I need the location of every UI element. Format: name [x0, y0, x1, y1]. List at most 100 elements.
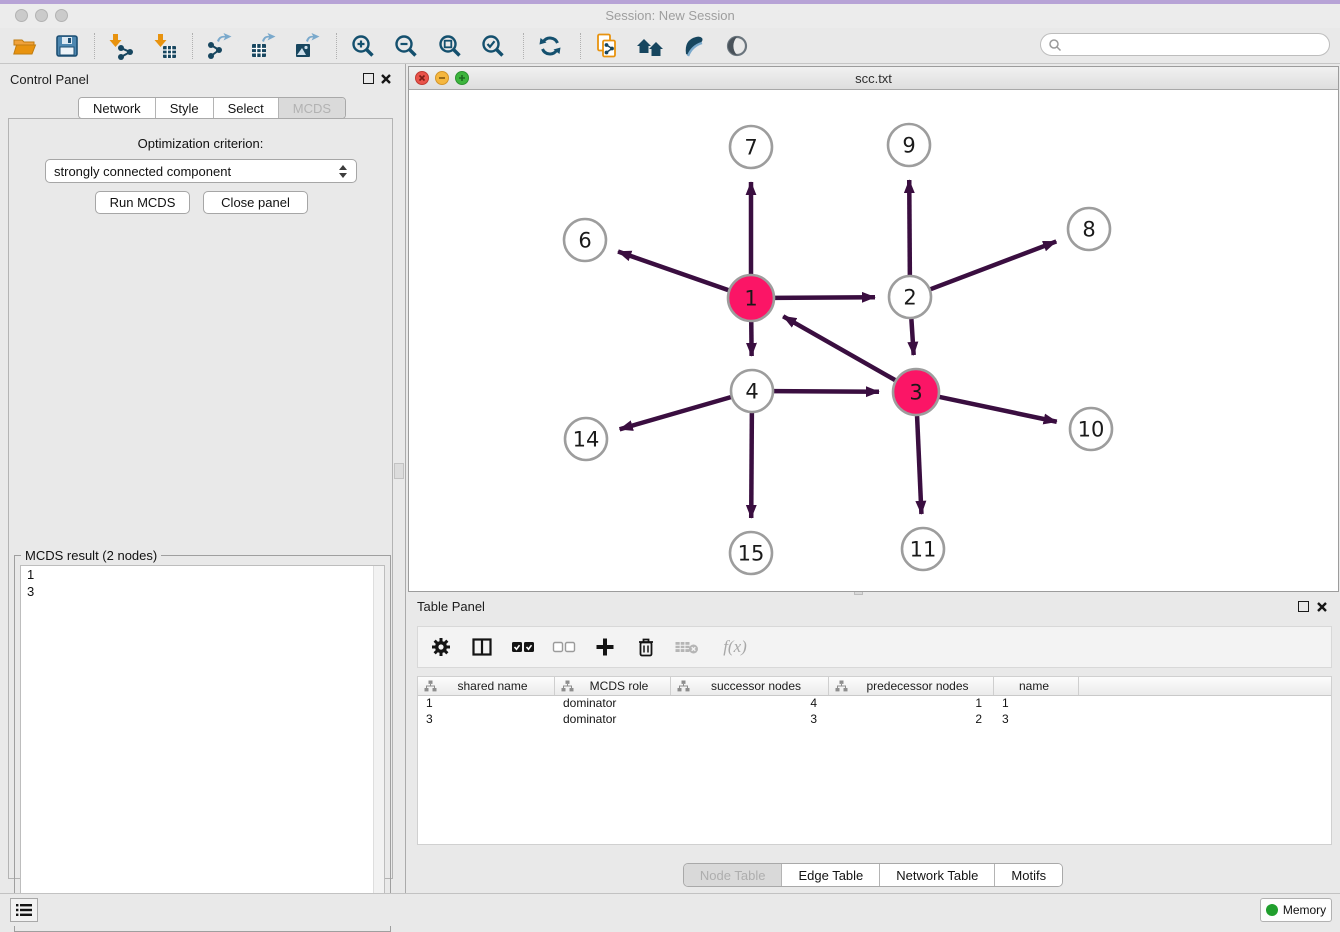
run-mcds-button[interactable]: Run MCDS	[95, 191, 190, 214]
table-cell[interactable]: dominator	[555, 712, 671, 728]
column-header-predecessor-nodes[interactable]: predecessor nodes	[829, 677, 994, 695]
graph-node-6[interactable]: 6	[564, 219, 606, 261]
table-cell[interactable]: 2	[829, 712, 994, 728]
delete-column-button[interactable]	[633, 632, 659, 662]
close-table-panel-icon[interactable]	[1316, 601, 1328, 613]
graph-edge-2-9[interactable]	[909, 180, 910, 275]
clone-network-button[interactable]	[588, 30, 626, 62]
table-cell[interactable]: 3	[671, 712, 829, 728]
optimization-criterion-select[interactable]: strongly connected component	[45, 159, 357, 183]
float-table-panel-icon[interactable]	[1298, 601, 1309, 612]
birdseye-view-button[interactable]	[718, 30, 756, 62]
export-image-button[interactable]	[288, 30, 326, 62]
table-cell[interactable]: 1	[418, 696, 555, 712]
graph-edge-2-8[interactable]	[931, 241, 1057, 289]
trash-icon	[635, 636, 657, 658]
zoom-in-icon	[349, 32, 377, 60]
graph-node-7[interactable]: 7	[730, 126, 772, 168]
search-input[interactable]	[1062, 36, 1329, 54]
graph-node-9[interactable]: 9	[888, 124, 930, 166]
function-builder-button[interactable]: f(x)	[715, 632, 755, 662]
zoom-in-button[interactable]	[344, 30, 382, 62]
graphics-details-button[interactable]	[675, 30, 713, 62]
graph-edge-2-3[interactable]	[911, 319, 913, 355]
graph-node-2[interactable]: 2	[889, 276, 931, 318]
graph-node-10[interactable]: 10	[1070, 408, 1112, 450]
tab-style[interactable]: Style	[156, 98, 214, 118]
create-column-button[interactable]	[592, 632, 618, 662]
split-panes-icon	[471, 636, 493, 658]
vertical-splitter-handle[interactable]	[394, 463, 404, 479]
graph-edge-3-11[interactable]	[917, 416, 921, 514]
import-network-button[interactable]	[101, 30, 139, 62]
toggle-panes-button[interactable]	[469, 632, 495, 662]
tab-network-table[interactable]: Network Table	[880, 864, 995, 886]
tab-network[interactable]: Network	[79, 98, 156, 118]
graph-node-11[interactable]: 11	[902, 528, 944, 570]
graph-edge-4-3[interactable]	[774, 391, 879, 392]
column-header-shared-name[interactable]: shared name	[418, 677, 555, 695]
table-row[interactable]: 3dominator323	[418, 712, 1331, 728]
graph-edge-1-2[interactable]	[775, 297, 875, 298]
graph-node-1[interactable]: 1	[728, 275, 774, 321]
result-scrollbar[interactable]	[373, 566, 384, 925]
zoom-selected-button[interactable]	[474, 30, 512, 62]
table-settings-button[interactable]	[428, 632, 454, 662]
table-cell[interactable]: 3	[418, 712, 555, 728]
delete-table-button[interactable]	[674, 632, 700, 662]
graph-node-4[interactable]: 4	[731, 370, 773, 412]
column-header-successor-nodes[interactable]: successor nodes	[671, 677, 829, 695]
table-cell[interactable]: 3	[994, 712, 1079, 728]
table-cell[interactable]: 1	[994, 696, 1079, 712]
table-panel: Table Panel	[406, 595, 1340, 893]
graph-edge-3-10[interactable]	[939, 397, 1056, 422]
close-panel-icon[interactable]	[380, 73, 392, 85]
float-panel-icon[interactable]	[363, 73, 374, 84]
table-cell[interactable]: dominator	[555, 696, 671, 712]
search-icon	[1048, 38, 1062, 52]
apply-layout-button[interactable]	[631, 30, 669, 62]
table-cell[interactable]: 4	[671, 696, 829, 712]
tab-motifs[interactable]: Motifs	[995, 864, 1062, 886]
import-table-button[interactable]	[146, 30, 184, 62]
column-header-name[interactable]: name	[994, 677, 1079, 695]
table-row[interactable]: 1dominator411	[418, 696, 1331, 712]
graph-node-3[interactable]: 3	[893, 369, 939, 415]
graph-edge-1-6[interactable]	[618, 252, 728, 291]
toolbar-separator	[336, 33, 337, 59]
node-label: 10	[1078, 418, 1105, 442]
graph-edge-4-14[interactable]	[620, 397, 731, 429]
refresh-layout-button[interactable]	[531, 30, 569, 62]
tab-edge-table[interactable]: Edge Table	[782, 864, 880, 886]
open-session-button[interactable]	[6, 30, 44, 62]
table-panel-title: Table Panel	[417, 599, 485, 614]
column-header-mcds-role[interactable]: MCDS role	[555, 677, 671, 695]
task-history-button[interactable]	[10, 898, 38, 922]
deselect-all-columns-button[interactable]	[551, 632, 577, 662]
tab-node-table[interactable]: Node Table	[684, 864, 783, 886]
graph-edge-4-15[interactable]	[751, 413, 752, 518]
memory-button[interactable]: Memory	[1260, 898, 1332, 922]
network-window-titlebar[interactable]: scc.txt	[409, 67, 1338, 90]
network-canvas[interactable]: 7 9 6 8 1 2 4 3 14 10 15 11	[409, 90, 1338, 591]
status-bar: Memory	[0, 893, 1340, 926]
graph-node-8[interactable]: 8	[1068, 208, 1110, 250]
save-session-button[interactable]	[48, 30, 86, 62]
zoom-fit-button[interactable]	[431, 30, 469, 62]
export-network-button[interactable]	[200, 30, 238, 62]
select-all-columns-button[interactable]	[510, 632, 536, 662]
graph-edge-3-1[interactable]	[783, 316, 895, 380]
tab-select[interactable]: Select	[214, 98, 279, 118]
close-panel-button[interactable]: Close panel	[203, 191, 308, 214]
node-label: 3	[909, 381, 922, 405]
export-table-button[interactable]	[244, 30, 282, 62]
tab-mcds[interactable]: MCDS	[279, 98, 345, 118]
graph-node-15[interactable]: 15	[730, 532, 772, 574]
graph-node-14[interactable]: 14	[565, 418, 607, 460]
result-line: 1	[21, 566, 384, 583]
zoom-out-button[interactable]	[387, 30, 425, 62]
mcds-result-list[interactable]: 1 3	[20, 565, 385, 926]
refresh-icon	[536, 32, 564, 60]
network-window-title: scc.txt	[409, 71, 1338, 86]
table-cell[interactable]: 1	[829, 696, 994, 712]
